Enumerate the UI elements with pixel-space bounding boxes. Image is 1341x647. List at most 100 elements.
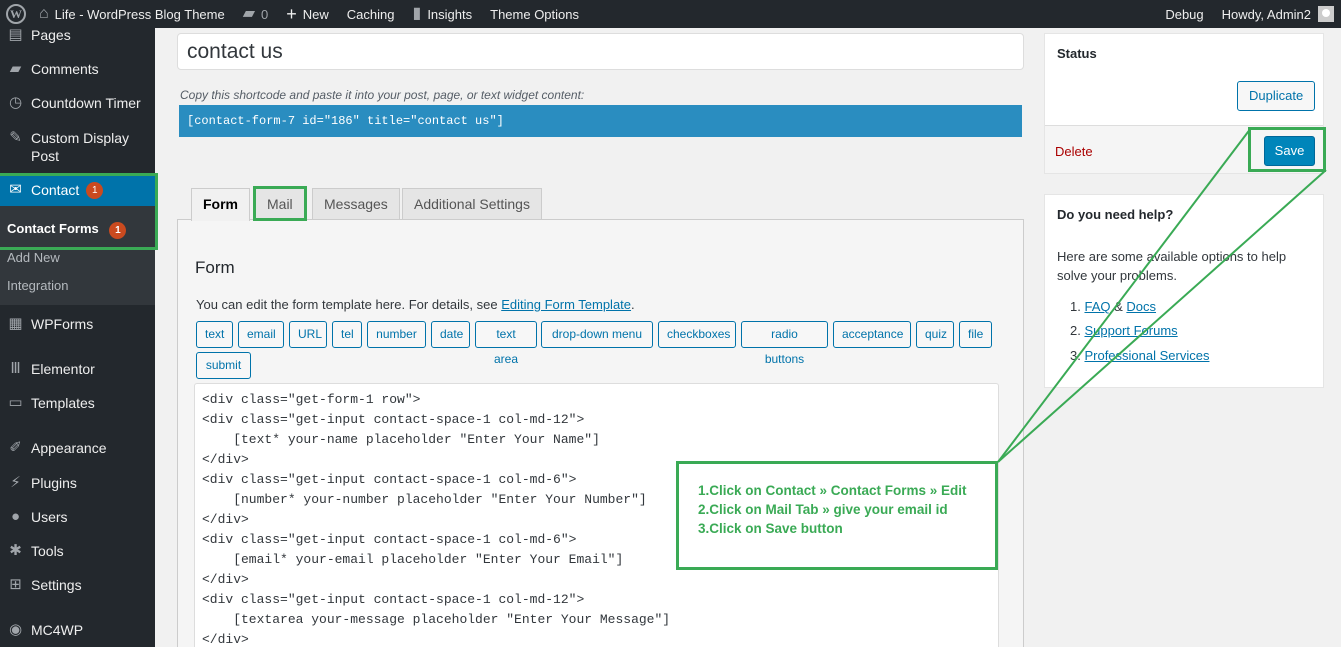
- my-account-link[interactable]: Howdy, Admin2: [1213, 0, 1341, 28]
- tag-button-text[interactable]: text: [196, 321, 233, 348]
- site-name: Life - WordPress Blog Theme: [54, 6, 225, 22]
- site-name-link[interactable]: ⌂ Life - WordPress Blog Theme: [35, 0, 234, 28]
- pin-icon: ✎: [9, 129, 22, 146]
- custom-display-line-2: Post: [31, 148, 60, 164]
- sidebar-item-comments[interactable]: ▰ Comments: [0, 60, 155, 78]
- tab-form[interactable]: Form: [191, 188, 250, 221]
- submenu-item-label: Add New: [7, 250, 60, 265]
- new-label: New: [302, 6, 329, 22]
- code-line: [text* your-name placeholder "Enter Your…: [202, 432, 600, 447]
- support-forums-link[interactable]: Support Forums: [1084, 323, 1177, 338]
- comment-icon: ▰: [9, 60, 22, 77]
- theme-options-link[interactable]: Theme Options: [481, 0, 588, 28]
- caching-label: Caching: [346, 6, 395, 22]
- help-item-number: 2.: [1070, 323, 1081, 338]
- tag-button-radio-buttons[interactable]: radio buttons: [741, 321, 828, 366]
- sidebar-item-countdown-timer[interactable]: ◷ Countdown Timer: [0, 94, 155, 112]
- sidebar-item-elementor[interactable]: Ⅲ Elementor: [0, 360, 155, 378]
- delete-link[interactable]: Delete: [1055, 144, 1093, 159]
- user-icon: ●: [10, 508, 21, 525]
- debug-link[interactable]: Debug: [1156, 0, 1212, 28]
- form-desc-text: You can edit the form template here. For…: [196, 297, 502, 312]
- tag-button-file[interactable]: file: [959, 321, 992, 348]
- tag-button-tel[interactable]: tel: [332, 321, 362, 348]
- duplicate-button[interactable]: Duplicate: [1237, 81, 1316, 111]
- submenu-item-contact-forms[interactable]: Contact Forms 1: [7, 221, 127, 239]
- status-box-title: Status: [1057, 46, 1097, 61]
- sidebar-item-custom-display-post[interactable]: ✎ Custom Display Post: [0, 129, 155, 165]
- code-line: <div class="get-form-1 row">: [202, 392, 421, 407]
- code-line: </div>: [202, 572, 249, 587]
- tag-button-submit[interactable]: submit: [196, 352, 251, 379]
- tag-button-email[interactable]: email: [238, 321, 284, 348]
- avatar: [1318, 6, 1334, 22]
- sidebar-item-label: Templates: [31, 395, 95, 411]
- docs-link[interactable]: Docs: [1126, 299, 1156, 314]
- status-actions: Delete Save: [1045, 125, 1323, 173]
- help-item-professional-services: 3. Professional Services: [1070, 348, 1209, 363]
- sidebar-item-label: Users: [31, 509, 68, 525]
- sidebar-item-settings[interactable]: ⊞ Settings: [0, 576, 155, 594]
- paintbrush-icon: ✐: [9, 439, 22, 456]
- admin-bar: W ⌂ Life - WordPress Blog Theme ▰ 0 + Ne…: [0, 0, 1341, 28]
- sidebar-item-plugins[interactable]: ⚡ Plugins: [0, 474, 155, 492]
- sidebar-item-templates[interactable]: ▭ Templates: [0, 394, 155, 412]
- tab-mail[interactable]: Mail: [255, 188, 305, 220]
- sidebar-item-label: WPForms: [31, 316, 94, 332]
- sidebar-item-label: Settings: [31, 577, 82, 593]
- help-box: Do you need help? Here are some availabl…: [1044, 194, 1324, 388]
- caching-link[interactable]: Caching: [338, 0, 404, 28]
- sidebar-item-contact[interactable]: ✉ Contact 1: [0, 173, 155, 207]
- debug-label: Debug: [1165, 6, 1204, 22]
- tag-button-number[interactable]: number: [367, 321, 426, 348]
- editing-form-template-link[interactable]: Editing Form Template: [501, 297, 631, 312]
- code-line: [textarea your-message placeholder "Ente…: [202, 612, 671, 627]
- shortcode-field[interactable]: [contact-form-7 id="186" title="contact …: [179, 105, 1022, 137]
- tag-button-checkboxes[interactable]: checkboxes: [658, 321, 736, 348]
- form-title-input[interactable]: contact us: [177, 33, 1024, 70]
- contact-update-badge: 1: [86, 181, 104, 199]
- insights-link[interactable]: ▮ Insights: [404, 0, 482, 28]
- help-box-title: Do you need help?: [1057, 207, 1174, 222]
- sidebar-item-appearance[interactable]: ✐ Appearance: [0, 439, 155, 457]
- shortcode-hint: Copy this shortcode and paste it into yo…: [180, 88, 585, 102]
- sidebar-item-label: Comments: [31, 61, 99, 77]
- help-item-separator: &: [1110, 299, 1127, 314]
- tag-button-date[interactable]: date: [431, 321, 470, 348]
- new-content-link[interactable]: + New: [277, 0, 338, 28]
- plug-icon: ⚡: [10, 474, 21, 491]
- status-box: Status Duplicate Delete Save: [1044, 33, 1324, 174]
- code-line: <div class="get-input contact-space-1 co…: [202, 592, 585, 607]
- help-text: Here are some available options to help …: [1057, 249, 1287, 283]
- sidebar-item-mc4wp[interactable]: ◉ MC4WP: [0, 621, 155, 639]
- submenu-item-add-new[interactable]: Add New: [7, 250, 60, 265]
- tag-button-acceptance[interactable]: acceptance: [833, 321, 911, 348]
- tag-button-url[interactable]: URL: [289, 321, 327, 348]
- wp-logo-menu[interactable]: W: [0, 0, 35, 28]
- contact-forms-badge: 1: [109, 222, 127, 239]
- instruction-step-1: 1.Click on Contact » Contact Forms » Edi…: [698, 483, 967, 498]
- sidebar-item-tools[interactable]: ✱ Tools: [0, 542, 155, 560]
- submenu-item-integration[interactable]: Integration: [7, 278, 68, 293]
- save-button[interactable]: Save: [1264, 136, 1315, 166]
- sidebar-item-label: Contact: [31, 182, 80, 198]
- sidebar-item-pages[interactable]: ▤ Pages: [0, 26, 155, 44]
- tag-button-textarea[interactable]: text area: [475, 321, 537, 366]
- wordpress-logo-icon: W: [6, 4, 26, 24]
- sidebar-item-label: Countdown Timer: [31, 95, 141, 111]
- wrench-icon: ✱: [9, 542, 22, 559]
- tab-additional-settings[interactable]: Additional Settings: [402, 188, 542, 220]
- instruction-step-2: 2.Click on Mail Tab » give your email id: [698, 502, 948, 517]
- faq-link[interactable]: FAQ: [1084, 299, 1110, 314]
- sidebar-item-wpforms[interactable]: ▦ WPForms: [0, 315, 155, 333]
- tag-button-dropdown-menu[interactable]: drop-down menu: [541, 321, 653, 348]
- help-item-number: 3.: [1070, 348, 1081, 363]
- tab-messages[interactable]: Messages: [312, 188, 400, 220]
- mc4wp-icon: ◉: [8, 621, 23, 638]
- folder-icon: ▭: [8, 394, 23, 411]
- professional-services-link[interactable]: Professional Services: [1084, 348, 1209, 363]
- form-desc-suffix: .: [631, 297, 635, 312]
- tag-button-quiz[interactable]: quiz: [916, 321, 954, 348]
- sidebar-item-users[interactable]: ● Users: [0, 508, 155, 526]
- comments-link[interactable]: ▰ 0: [234, 0, 278, 28]
